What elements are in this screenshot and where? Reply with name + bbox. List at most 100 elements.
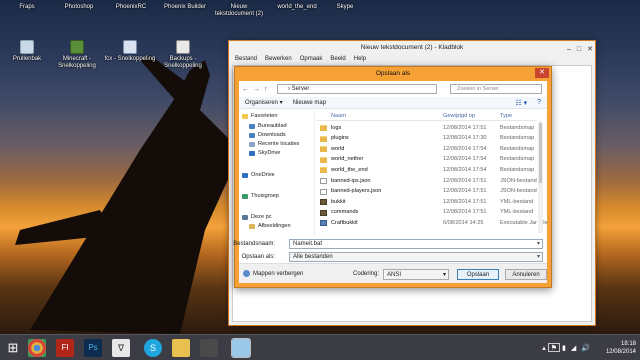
backup-icon: [176, 40, 190, 54]
file-row[interactable]: commands 12/08/2014 17:51 YML-bestand: [317, 208, 537, 218]
flash-icon[interactable]: Fl: [56, 339, 74, 357]
file-list-scrollbar[interactable]: [538, 121, 543, 233]
file-name: world_the_end: [331, 166, 368, 173]
save-dialog-body: ← → ↑ › Server Zoeken in Server Organise…: [233, 81, 548, 283]
network-icon[interactable]: ◢: [571, 344, 576, 352]
game-icon[interactable]: [200, 339, 218, 357]
file-row[interactable]: logs 12/08/2014 17:51 Bestandsmap: [317, 123, 537, 133]
forward-icon[interactable]: →: [253, 86, 260, 93]
desktop-icon-phoenixrc[interactable]: PhoenixRC: [104, 4, 158, 11]
chevron-down-icon[interactable]: ▾: [537, 240, 540, 249]
keyboard-icon[interactable]: [548, 343, 560, 352]
file-date: 12/08/2014 17:51: [443, 209, 487, 216]
column-type[interactable]: Type: [500, 113, 512, 119]
address-bar[interactable]: › Server: [277, 84, 437, 94]
file-row[interactable]: plugins 12/08/2014 17:30 Bestandsmap: [317, 134, 537, 144]
nav-recent[interactable]: Recente locaties: [249, 141, 299, 147]
scrollbar-thumb[interactable]: [539, 123, 542, 183]
nav-pictures[interactable]: Afbeeldingen: [249, 223, 291, 229]
breadcrumb-server[interactable]: Server: [292, 86, 310, 92]
volume-icon[interactable]: 🔊: [581, 344, 590, 352]
file-type: Bestandsmap: [500, 135, 535, 142]
windows-start-icon[interactable]: ⊞: [4, 339, 22, 357]
help-icon[interactable]: ?: [537, 99, 541, 107]
encoding-select[interactable]: ANSI ▾: [383, 269, 449, 280]
new-folder-button[interactable]: Nieuwe map: [293, 100, 326, 106]
chevron-down-icon[interactable]: ▾: [443, 270, 446, 280]
clock[interactable]: 18:18 12/08/2014: [606, 340, 636, 356]
savetype-select[interactable]: Alle bestanden ▾: [289, 252, 543, 262]
file-name: banned-ips.json: [331, 177, 371, 184]
menu-opmaak[interactable]: Opmaak: [300, 55, 323, 64]
file-row[interactable]: world_the_end 12/08/2014 17:54 Bestandsmap: [317, 165, 537, 175]
photoshop-icon[interactable]: Ps: [84, 339, 102, 357]
file-row[interactable]: Craftbukkit 6/08/2014 14:25 Executable Jar…: [317, 218, 548, 228]
cancel-button[interactable]: Annuleren: [505, 269, 547, 280]
file-explorer-icon[interactable]: [172, 339, 190, 357]
close-icon[interactable]: ✕: [535, 68, 549, 78]
taskbar: ⊞ Fl Ps ∇ S ▴ ⚑ ▮ ◢ 🔊 18:18 12/08/2014: [0, 334, 640, 360]
nav-desktop[interactable]: Bureaublad: [249, 123, 287, 129]
skype-icon[interactable]: S: [144, 339, 162, 357]
desktop-icon-fcx[interactable]: fcx - Snelkoppeling: [103, 40, 157, 63]
desktop-icon-recycle-bin[interactable]: Prullenbak: [0, 40, 54, 63]
menu-help[interactable]: Help: [354, 55, 366, 64]
view-options-icon[interactable]: ☷ ▾: [515, 99, 527, 107]
desktop-icon-textdoc[interactable]: Nieuw tekstdocument (2): [212, 4, 266, 18]
desktop-icon-label: Minecraft - Snelkoppeling: [58, 56, 96, 69]
desktop-icon-fraps[interactable]: Fraps: [0, 4, 54, 11]
menu-beeld[interactable]: Beeld: [330, 55, 345, 64]
nav-label: Recente locaties: [258, 141, 300, 147]
filename-field[interactable]: Nameit.bat ▾: [289, 239, 543, 249]
desktop-icon-label: Fraps: [19, 4, 35, 10]
file-row[interactable]: banned-players.json 12/08/2014 17:51 JSON-…: [317, 187, 537, 197]
menu-bestand[interactable]: Bestand: [235, 55, 257, 64]
search-input[interactable]: Zoeken in Server: [450, 84, 542, 94]
desktop-icon-photoshop[interactable]: Photoshop: [52, 4, 106, 11]
file-row[interactable]: world_nether 12/08/2014 17:54 Bestandsmap: [317, 155, 537, 165]
menu-bewerken[interactable]: Bewerken: [265, 55, 292, 64]
up-icon[interactable]: ↑: [264, 86, 268, 93]
desktop-icon-minecraft[interactable]: Minecraft - Snelkoppeling: [50, 40, 104, 70]
save-button[interactable]: Opslaan: [457, 269, 499, 280]
battery-icon[interactable]: ▮: [562, 344, 566, 352]
close-icon[interactable]: ✕: [587, 43, 593, 57]
show-hidden-icons-icon[interactable]: ▴: [542, 344, 546, 352]
desktop-icon-phoenix-builder[interactable]: Phoenix Builder: [158, 4, 212, 11]
file-type: JSON-bestand: [500, 177, 537, 184]
nav-onedrive[interactable]: OneDrive: [242, 172, 275, 178]
save-dialog-titlebar[interactable]: Opslaan als ✕: [235, 67, 551, 80]
nav-homegroup[interactable]: Thuisgroep: [242, 193, 279, 199]
file-row[interactable]: bukkit 12/08/2014 17:51 YML-bestand: [317, 197, 537, 207]
notepad-menubar: Bestand Bewerken Opmaak Beeld Help: [229, 55, 595, 64]
notepad-titlebar[interactable]: Nieuw tekstdocument (2) - Kladblok – □ ✕: [229, 41, 595, 55]
notepad-icon[interactable]: [231, 338, 251, 358]
nav-favorites[interactable]: Favorieten: [242, 113, 277, 119]
file-row[interactable]: world 12/08/2014 17:54 Bestandsmap: [317, 144, 537, 154]
back-icon[interactable]: ←: [242, 86, 249, 93]
nav-label: SkyDrive: [258, 150, 281, 156]
hide-folders-toggle[interactable]: Mappen verbergen: [243, 270, 303, 277]
desktop-icon-skype[interactable]: Skype: [318, 4, 372, 11]
minimize-icon[interactable]: –: [567, 43, 571, 57]
column-name[interactable]: Naam: [331, 113, 346, 119]
nav-downloads[interactable]: Downloads: [249, 132, 286, 138]
desktop-icon-label: Nieuw tekstdocument (2): [214, 4, 264, 17]
address-bar-row: ← → ↑ › Server Zoeken in Server: [239, 83, 547, 95]
desktop-icon-world-the-end[interactable]: world_the_end: [270, 4, 324, 11]
organize-button[interactable]: Organiseren ▾: [245, 99, 283, 106]
nav-thispc[interactable]: Deze pc: [242, 214, 272, 220]
desktop-icon-backups[interactable]: Backups - Snelkoppeling: [156, 40, 210, 70]
column-date[interactable]: Gewijzigd op: [443, 113, 475, 119]
notepad-title: Nieuw tekstdocument (2) - Kladblok: [360, 44, 464, 51]
file-row[interactable]: banned-ips.json 12/08/2014 17:51 JSON-best…: [317, 176, 537, 186]
chevron-down-icon[interactable]: ▾: [537, 253, 540, 262]
nav-skydrive[interactable]: SkyDrive: [249, 150, 280, 156]
file-date: 12/08/2014 17:51: [443, 198, 487, 205]
fraps-icon[interactable]: ∇: [112, 339, 130, 357]
chrome-icon[interactable]: [28, 339, 46, 357]
file-icon: [320, 188, 327, 195]
breadcrumb-separator: ›: [288, 86, 290, 92]
filename-row: Bestandsnaam: Nameit.bat ▾: [233, 239, 547, 250]
maximize-icon[interactable]: □: [577, 43, 581, 57]
